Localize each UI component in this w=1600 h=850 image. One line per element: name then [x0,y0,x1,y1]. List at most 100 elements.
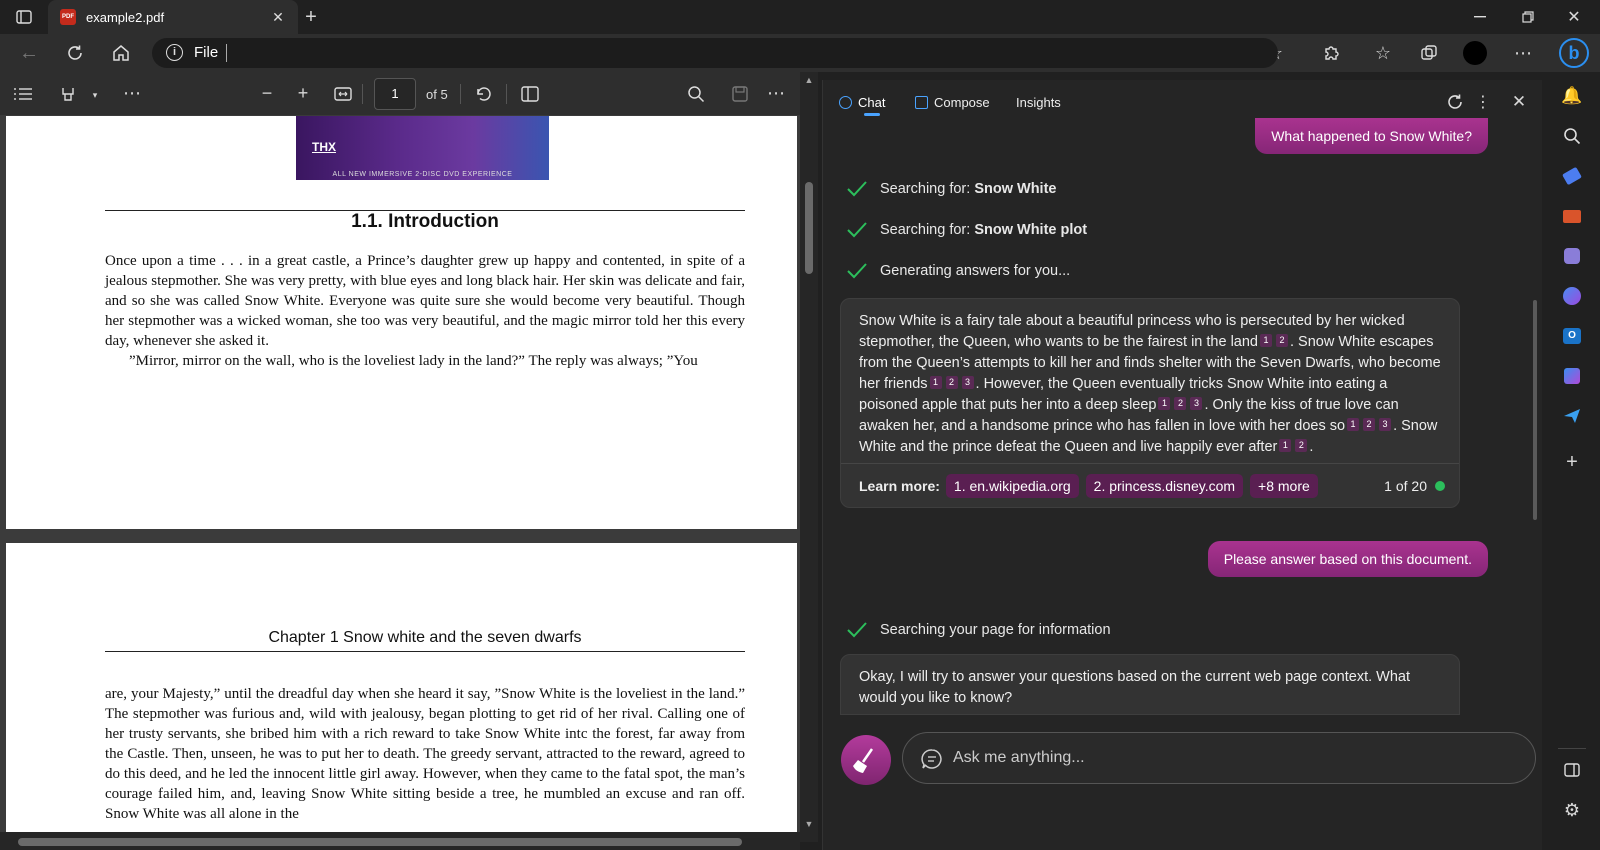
hide-sidebar-icon[interactable] [1560,758,1584,782]
response-count-text: 1 of 20 [1384,477,1427,494]
learn-more-label: Learn more: [859,477,940,494]
tab-example2-pdf[interactable]: PDF example2.pdf ✕ [48,0,298,34]
rail-divider [1558,748,1586,749]
save-icon[interactable] [728,82,752,106]
restore-icon[interactable] [1516,6,1540,28]
tab-compose[interactable]: Compose [934,95,990,110]
tools-icon[interactable] [1560,204,1584,228]
refresh-chat-icon[interactable] [1444,91,1466,113]
paragraph-chapter: are, your Majesty,” until the dreadful d… [105,686,745,822]
status-text: Searching your page for information [880,622,1111,638]
address-file-label: File [194,44,219,61]
status-query: Snow White [974,181,1057,197]
fit-page-icon[interactable] [332,84,354,104]
tab-chat[interactable]: Chat [858,95,885,110]
citation-2[interactable]: 2 [1174,397,1187,410]
search-icon[interactable] [684,82,708,106]
scroll-up-icon[interactable]: ▲ [802,74,816,86]
citation-3[interactable]: 3 [961,376,974,389]
citation-2[interactable]: 2 [945,376,958,389]
highlight-dropdown-icon[interactable]: ▾ [88,86,102,104]
more-options-icon[interactable]: ⋯ [764,82,788,104]
toolbar-divider [362,84,363,104]
citation-1[interactable]: 1 [1158,397,1171,410]
zoom-in-icon[interactable]: + [292,82,314,104]
status-text: Searching for: [880,222,975,238]
chat-more-icon[interactable]: ⋮ [1475,91,1491,113]
chat-scrollbar[interactable] [1533,300,1537,520]
pdf-scroll-thumb[interactable] [805,182,813,274]
collections-icon[interactable] [1416,40,1442,66]
favorites-icon[interactable]: ☆ [1370,40,1396,66]
send-icon[interactable] [1560,404,1584,428]
chat-bubble-icon [921,749,942,769]
outlook-icon[interactable]: O [1560,324,1584,348]
check-icon [847,181,867,197]
profile-avatar[interactable] [1462,40,1488,66]
settings-more-icon[interactable]: ⋯ [1510,40,1536,66]
chapter-heading: Chapter 1 Snow white and the seven dwarf… [268,629,582,646]
games-icon[interactable] [1560,244,1584,268]
bot-answer-card: Snow White is a fairy tale about a beaut… [840,298,1460,508]
contents-icon[interactable] [12,84,34,104]
tab-insights[interactable]: Insights [1016,95,1061,110]
ask-placeholder: Ask me anything... [953,749,1085,766]
citation-1[interactable]: 1 [1347,418,1360,431]
more-sources-button[interactable]: +8 more [1250,473,1318,498]
source-link-disney[interactable]: 2. princess.disney.com [1085,473,1244,498]
citation-3[interactable]: 3 [1190,397,1203,410]
home-icon[interactable] [108,40,134,66]
toolbar-divider [460,84,461,104]
paragraph-intro: Once upon a time . . . in a great castle… [105,253,745,349]
highlight-icon[interactable] [56,84,80,104]
citation-2[interactable]: 2 [1276,334,1288,347]
zoom-out-icon[interactable]: − [256,82,278,104]
pdf-hscroll-thumb[interactable] [18,838,742,846]
close-panel-icon[interactable]: ✕ [1508,91,1530,113]
search-status-row: Searching for: Snow White [846,180,1056,198]
tab-close-icon[interactable]: ✕ [266,9,290,26]
dvd-banner-image: THX ALL NEW IMMERSIVE 2-DISC DVD EXPERIE… [296,116,549,180]
pdf-viewer[interactable]: THX ALL NEW IMMERSIVE 2-DISC DVD EXPERIE… [0,116,800,850]
search-sidebar-icon[interactable] [1560,124,1584,148]
bell-icon[interactable]: 🔔 [1560,84,1584,108]
close-window-icon[interactable]: ✕ [1562,6,1586,28]
page-view-icon[interactable] [518,84,542,104]
shopping-tag-icon[interactable] [1560,164,1584,188]
extensions-icon[interactable] [1318,40,1344,66]
broom-icon [853,748,874,773]
bot-answer-text: Snow White is a fairy tale about a beaut… [841,299,1459,470]
citation-2[interactable]: 2 [1363,418,1376,431]
status-text: Searching for: [880,181,975,197]
address-bar[interactable]: i File [152,38,1278,68]
edge-sidebar: 🔔 O + ⚙ [1544,72,1600,850]
bing-copilot-icon[interactable]: b [1556,36,1592,70]
sidebar-settings-icon[interactable]: ⚙ [1560,798,1584,822]
status-query: Snow White plot [974,222,1088,238]
minimize-icon[interactable] [1468,6,1492,28]
citation-3[interactable]: 3 [1379,418,1392,431]
ask-input[interactable]: Ask me anything... [902,732,1536,784]
scroll-down-icon[interactable]: ▼ [802,818,816,830]
citation-1[interactable]: 1 [1260,334,1272,347]
add-sidebar-app-icon[interactable]: + [1560,450,1584,474]
tab-actions-icon[interactable] [14,8,34,26]
back-icon[interactable]: ← [16,40,42,66]
pdf-page-2: Chapter 1 Snow white and the seven dwarf… [6,543,797,850]
answer-segment: . [1309,439,1314,455]
page-number-input[interactable]: 1 [374,78,416,110]
refresh-icon[interactable] [62,40,88,66]
user-message: Please answer based on this document. [1207,541,1488,577]
source-link-wikipedia[interactable]: 1. en.wikipedia.org [945,473,1079,498]
citation-1[interactable]: 1 [1279,439,1292,452]
citation-1[interactable]: 1 [929,376,942,389]
more-tools-icon[interactable]: ⋯ [120,82,144,104]
new-topic-button[interactable] [841,735,891,785]
new-tab-icon[interactable]: + [300,6,322,28]
office-icon[interactable] [1560,284,1584,308]
info-icon[interactable]: i [166,44,183,61]
rotate-icon[interactable] [472,82,496,106]
status-dot [1435,480,1445,491]
citation-2[interactable]: 2 [1295,439,1308,452]
designer-icon[interactable] [1560,364,1584,388]
